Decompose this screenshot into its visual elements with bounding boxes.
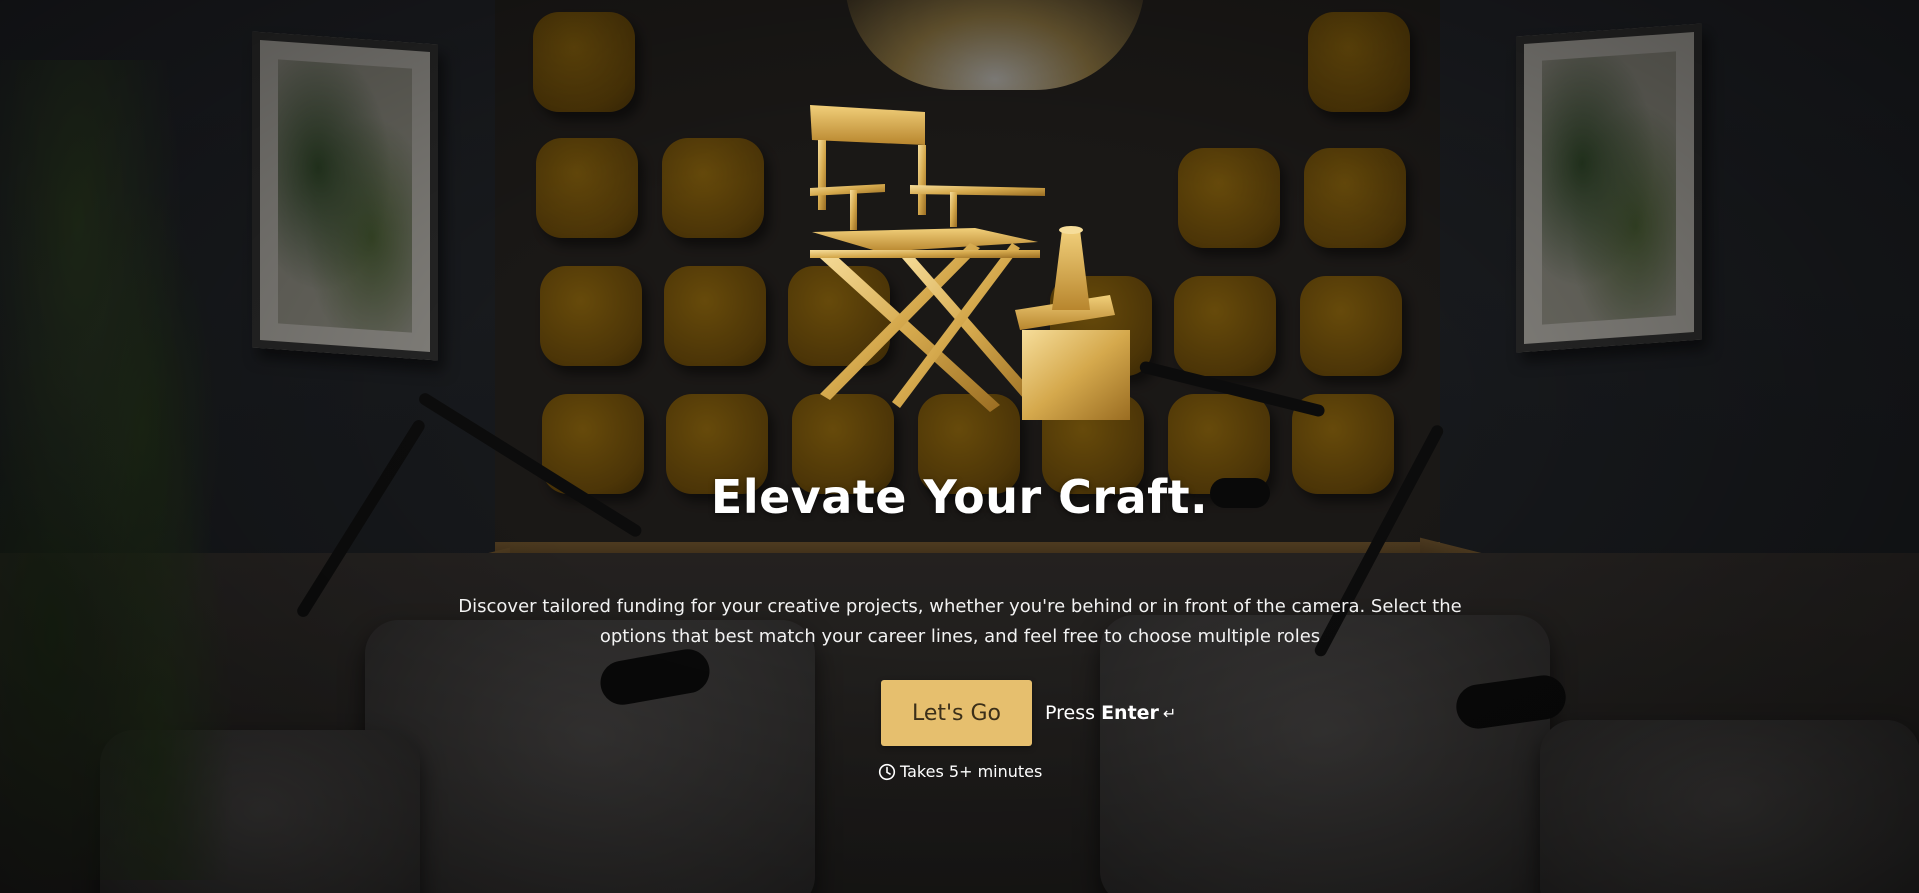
press-prefix: Press: [1045, 702, 1096, 724]
enter-key-icon: ↵: [1162, 704, 1177, 723]
page-title: Elevate Your Craft.: [710, 470, 1209, 524]
enter-key-label: Enter: [1101, 702, 1159, 724]
hero-content: Elevate Your Craft. Discover tailored fu…: [0, 0, 1919, 893]
landing-screen: Elevate Your Craft. Discover tailored fu…: [0, 0, 1919, 893]
press-enter-hint: Press Enter ↵: [1045, 702, 1176, 724]
clock-icon: [878, 763, 896, 780]
duration-note: Takes 5+ minutes: [878, 762, 1042, 781]
cta-row: Let's Go Press Enter ↵: [881, 680, 1176, 746]
duration-text: Takes 5+ minutes: [900, 762, 1043, 781]
lets-go-button[interactable]: Let's Go: [881, 680, 1032, 746]
hero-description: Discover tailored funding for your creat…: [458, 596, 1462, 647]
